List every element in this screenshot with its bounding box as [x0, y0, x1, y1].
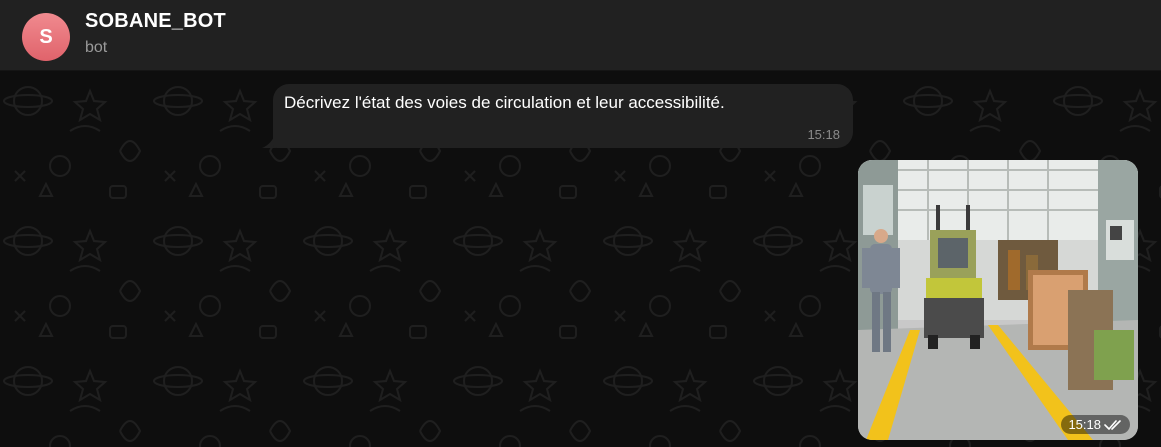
chat-title[interactable]: SOBANE_BOT [85, 10, 226, 33]
message-text: Décrivez l'état des voies de circulation… [284, 93, 725, 112]
double-check-icon [1104, 419, 1121, 430]
message-list[interactable]: Décrivez l'état des voies de circulation… [0, 71, 1161, 447]
photo-time: 15:18 [1068, 417, 1101, 432]
chat-subtitle: bot [85, 39, 108, 56]
message-time: 15:18 [807, 127, 840, 142]
warehouse-photo [858, 160, 1138, 440]
incoming-message-bubble[interactable]: Décrivez l'état des voies de circulation… [273, 84, 853, 148]
chat-header: S SOBANE_BOT bot [0, 0, 1161, 71]
photo-message[interactable]: 15:18 [858, 160, 1138, 440]
photo-time-badge: 15:18 [1061, 415, 1130, 434]
avatar[interactable]: S [22, 13, 70, 61]
